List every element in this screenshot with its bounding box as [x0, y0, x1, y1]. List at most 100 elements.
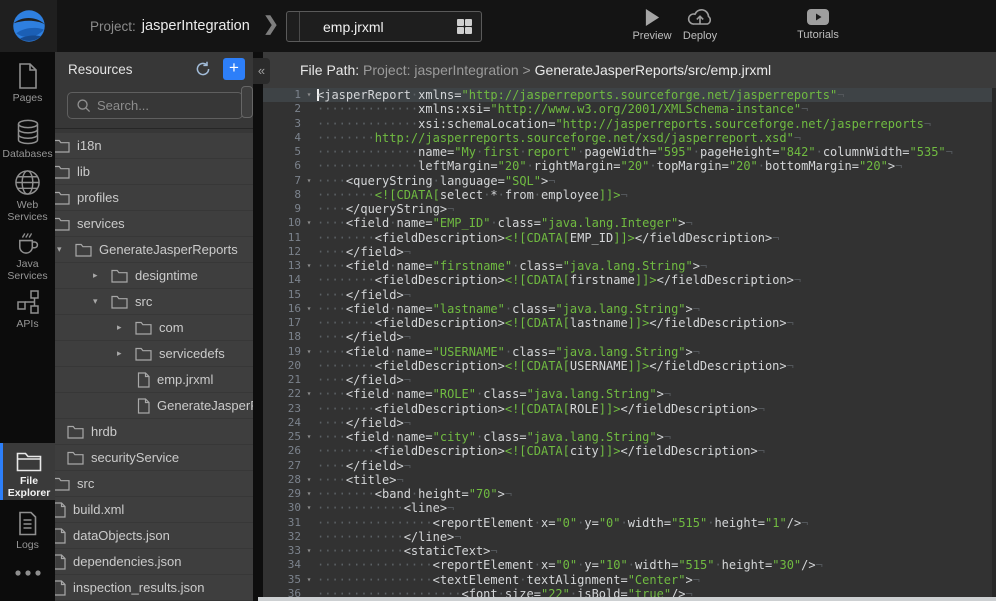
tree-item-lib[interactable]: lib [55, 159, 253, 184]
code-line[interactable]: 23········<fieldDescription><![CDATA[ROL… [263, 402, 996, 416]
sidebar-item-databases[interactable]: Databases [0, 114, 55, 160]
code-line[interactable]: 20········<fieldDescription><![CDATA[USE… [263, 359, 996, 373]
sidebar-item-pages[interactable]: Pages [0, 58, 55, 104]
code-line[interactable]: 5··············name="My·first·report"·pa… [263, 145, 996, 159]
fold-toggle-icon[interactable]: ▾ [301, 573, 317, 587]
tree-item-securityservice[interactable]: ▸securityService [55, 445, 253, 470]
tree-item-generatejasperreports[interactable]: ▾GenerateJasperReports [55, 237, 253, 262]
tutorials-button[interactable]: Tutorials [790, 8, 846, 41]
wavemaker-logo[interactable] [0, 0, 57, 52]
editor-horizontal-scrollbar[interactable] [258, 597, 996, 601]
code-line[interactable]: 14········<fieldDescription><![CDATA[fir… [263, 273, 996, 287]
collapse-panel-button[interactable]: « [253, 58, 270, 84]
code-line[interactable]: 22▾····<field·name="ROLE"·class="java.la… [263, 387, 996, 401]
tree-item-generatejasperreports-s[interactable]: GenerateJasperReports.s [55, 393, 253, 418]
fold-toggle-icon[interactable]: ▾ [301, 174, 317, 188]
code-line[interactable]: 25▾····<field·name="city"·class="java.la… [263, 430, 996, 444]
code-line[interactable]: 28▾····<title>¬ [263, 473, 996, 487]
code-line[interactable]: 9····</queryString>¬ [263, 202, 996, 216]
code-line[interactable]: 2··············xmlns:xsi="http://www.w3.… [263, 102, 996, 116]
tree-item-dependencies-json[interactable]: dependencies.json [55, 549, 253, 574]
code-line[interactable]: 1▾<jasperReport·xmlns="http://jasperrepo… [263, 88, 996, 102]
code-line[interactable]: 29▾········<band·height="70">¬ [263, 487, 996, 501]
editor-scrollbar-track[interactable] [992, 88, 996, 601]
code-line[interactable]: 27····</field>¬ [263, 459, 996, 473]
code-line[interactable]: 35▾················<textElement·textAlig… [263, 573, 996, 587]
code-line[interactable]: 32············</line>¬ [263, 530, 996, 544]
fold-toggle-icon[interactable]: ▾ [301, 345, 317, 359]
search-input[interactable] [97, 98, 227, 113]
code-line[interactable]: 6··············leftMargin="20"·rightMarg… [263, 159, 996, 173]
code-line[interactable]: 4········http://jasperreports.sourceforg… [263, 131, 996, 145]
tree-item-profiles[interactable]: profiles [55, 185, 253, 210]
deploy-label: Deploy [683, 30, 717, 42]
folder-icon [111, 295, 128, 309]
code-line[interactable]: 13▾····<field·name="firstname"·class="ja… [263, 259, 996, 273]
add-resource-button[interactable]: + [223, 58, 245, 80]
tree-item-emp-jrxml[interactable]: emp.jrxml [55, 367, 253, 392]
code-line[interactable]: 19▾····<field·name="USERNAME"·class="jav… [263, 345, 996, 359]
tree-item-i18n[interactable]: i18n [55, 133, 253, 158]
fold-toggle-icon[interactable]: ▾ [301, 387, 317, 401]
tree-item-designtime[interactable]: ▸designtime [55, 263, 253, 288]
tree-scrollbar-thumb[interactable] [241, 86, 253, 118]
tree-item-services[interactable]: services [55, 211, 253, 236]
refresh-button[interactable] [195, 61, 211, 77]
code-line[interactable]: 15····</field>¬ [263, 288, 996, 302]
chevron-right-icon[interactable]: ▸ [117, 348, 128, 359]
tree-item-inspection-results-json[interactable]: inspection_results.json [55, 575, 253, 600]
fold-toggle-icon[interactable]: ▾ [301, 259, 317, 273]
code-line[interactable]: 18····</field>¬ [263, 330, 996, 344]
grid-layout-icon[interactable] [457, 19, 472, 34]
search-box[interactable] [67, 92, 243, 119]
chevron-right-icon[interactable]: ▸ [93, 270, 104, 281]
tree-item-src[interactable]: src [55, 471, 253, 496]
sidebar-item-web-services[interactable]: Web Services [0, 164, 55, 223]
code-line[interactable]: 30▾············<line>¬ [263, 501, 996, 515]
code-line[interactable]: 31················<reportElement·x="0"·y… [263, 516, 996, 530]
tree-item-src[interactable]: ▾src [55, 289, 253, 314]
fold-toggle-icon[interactable]: ▾ [301, 430, 317, 444]
tree-item-build-xml[interactable]: build.xml [55, 497, 253, 522]
tree-item-label: dependencies.json [73, 554, 181, 569]
fold-toggle-icon[interactable]: ▾ [301, 302, 317, 316]
chevron-right-icon[interactable]: ▸ [55, 426, 60, 437]
chevron-right-icon[interactable]: ▸ [55, 452, 60, 463]
chevron-right-icon[interactable]: ▸ [117, 322, 128, 333]
fold-toggle-icon[interactable]: ▾ [301, 544, 317, 558]
fold-toggle-icon[interactable]: ▾ [301, 487, 317, 501]
fold-toggle-icon[interactable]: ▾ [301, 88, 317, 102]
sidebar-item-logs[interactable]: Logs [0, 506, 55, 551]
open-file-tab[interactable]: emp.jrxml [286, 11, 482, 42]
code-line[interactable]: 34················<reportElement·x="0"·y… [263, 558, 996, 572]
chevron-down-icon[interactable]: ▾ [57, 244, 68, 255]
sidebar-item-java-services[interactable]: Java Services [0, 224, 55, 282]
code-line[interactable]: 11········<fieldDescription><![CDATA[EMP… [263, 231, 996, 245]
code-line[interactable]: 33▾············<staticText>¬ [263, 544, 996, 558]
fold-toggle-icon[interactable]: ▾ [301, 473, 317, 487]
fold-toggle-icon[interactable]: ▾ [301, 501, 317, 515]
code-line[interactable]: 10▾····<field·name="EMP_ID"·class="java.… [263, 216, 996, 230]
code-line[interactable]: 7▾····<queryString·language="SQL">¬ [263, 174, 996, 188]
code-line[interactable]: 16▾····<field·name="lastname"·class="jav… [263, 302, 996, 316]
code-line[interactable]: 17········<fieldDescription><![CDATA[las… [263, 316, 996, 330]
tree-item-dataobjects-json[interactable]: dataObjects.json [55, 523, 253, 548]
fold-toggle-icon[interactable]: ▾ [301, 216, 317, 230]
sidebar-item-apis[interactable]: APIs [0, 284, 55, 330]
code-line[interactable]: 3··············xsi:schemaLocation="http:… [263, 117, 996, 131]
chevron-down-icon[interactable]: ▾ [93, 296, 104, 307]
code-editor[interactable]: 1▾<jasperReport·xmlns="http://jasperrepo… [263, 88, 996, 601]
code-line[interactable]: 21····</field>¬ [263, 373, 996, 387]
code-line[interactable]: 12····</field>¬ [263, 245, 996, 259]
tree-item-hrdb[interactable]: ▸hrdb [55, 419, 253, 444]
tree-item-com[interactable]: ▸com [55, 315, 253, 340]
code-line[interactable]: 8········<![CDATA[select·*·from·employee… [263, 188, 996, 202]
code-line[interactable]: 24····</field>¬ [263, 416, 996, 430]
sidebar-item-file-explorer[interactable]: File Explorer [0, 443, 55, 500]
project-selector[interactable]: Project: jasperIntegration [90, 0, 250, 52]
sidebar-item-more-options[interactable] [0, 564, 55, 577]
code-line[interactable]: 26········<fieldDescription><![CDATA[cit… [263, 444, 996, 458]
deploy-button[interactable]: Deploy [672, 8, 728, 42]
code-text: ········<band·height="70">¬ [317, 487, 996, 501]
tree-item-servicedefs[interactable]: ▸servicedefs [55, 341, 253, 366]
